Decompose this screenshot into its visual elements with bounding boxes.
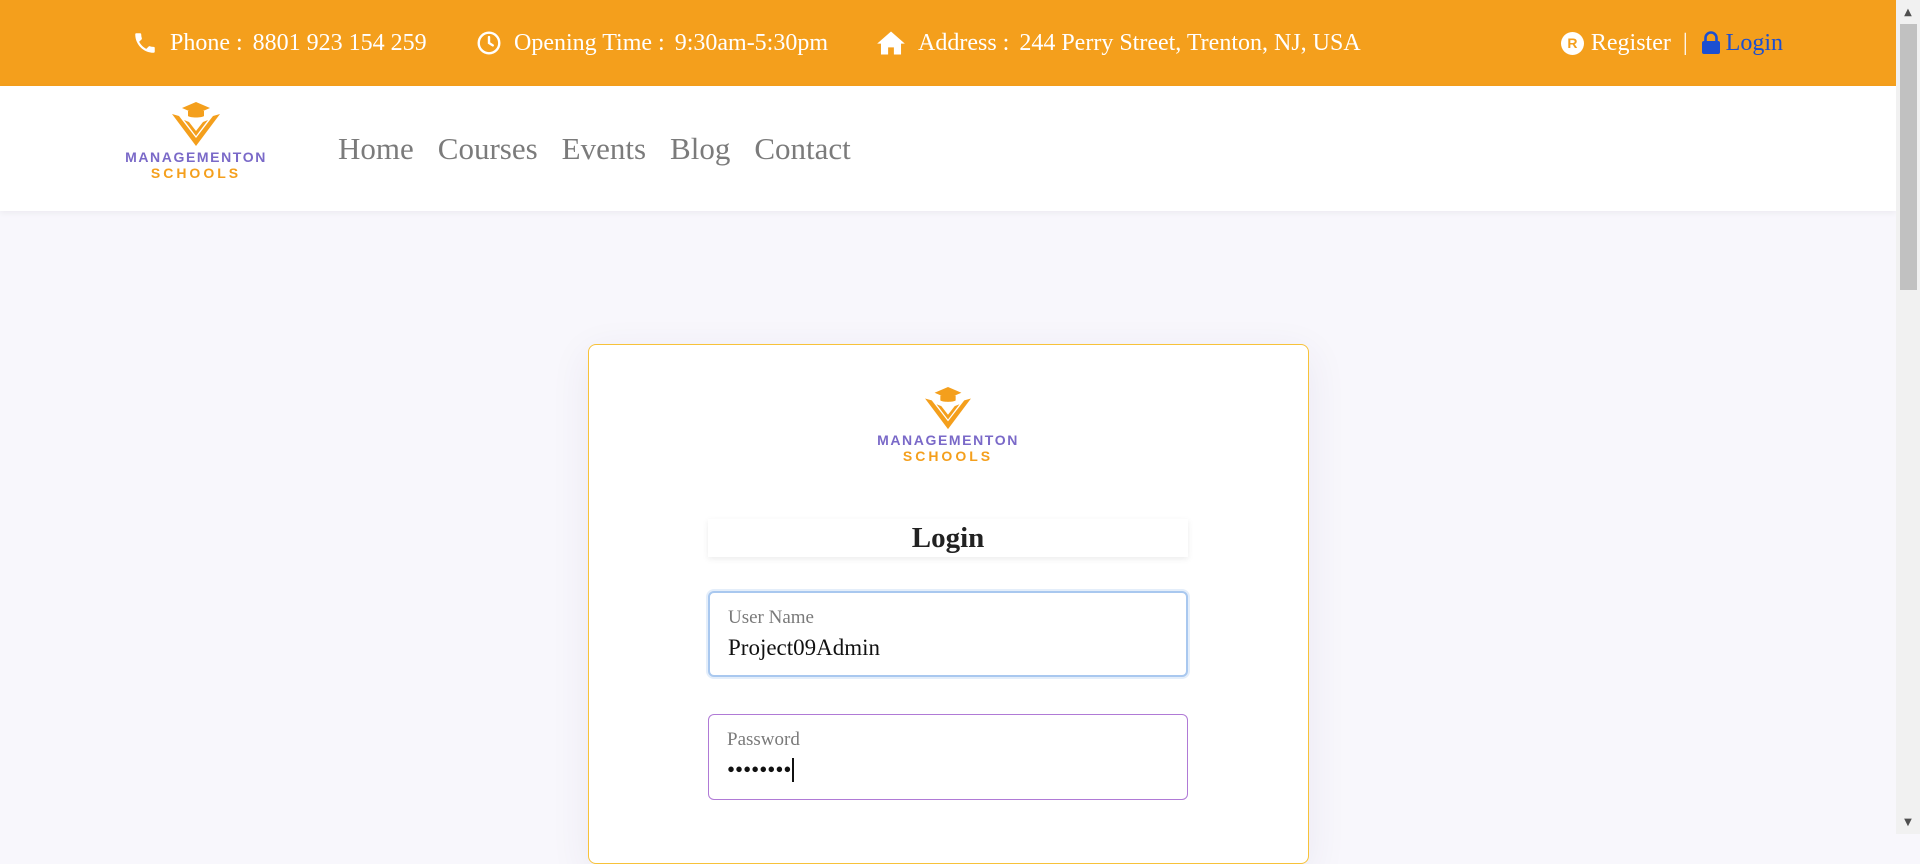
- logo-line2: SCHOOLS: [150, 165, 242, 181]
- auth-separator: |: [1682, 29, 1688, 56]
- login-title: Login: [708, 519, 1188, 557]
- address-label: Address :: [918, 29, 1010, 56]
- vertical-scrollbar[interactable]: ▲ ▼: [1896, 0, 1920, 834]
- top-info-bar: Phone : 8801 923 154 259 Opening Time : …: [0, 0, 1896, 86]
- password-masked-value: ••••••••: [727, 756, 792, 782]
- school-logo-icon: [925, 387, 971, 430]
- scroll-up-arrow-icon[interactable]: ▲: [1896, 2, 1920, 22]
- phone-label: Phone :: [170, 29, 243, 56]
- home-icon: [877, 31, 905, 55]
- phone-value: 8801 923 154 259: [252, 29, 427, 56]
- username-input[interactable]: Project09Admin: [728, 634, 1168, 662]
- logo-line1: MANAGEMENTON: [125, 149, 267, 165]
- login-link-label: Login: [1725, 29, 1783, 56]
- password-label: Password: [727, 729, 800, 750]
- login-link[interactable]: Login: [1700, 30, 1783, 57]
- register-link[interactable]: Register: [1591, 30, 1671, 57]
- scrollbar-thumb[interactable]: [1900, 24, 1917, 290]
- text-caret: [792, 757, 795, 782]
- opening-time-label: Opening Time :: [514, 29, 665, 56]
- nav-item-courses[interactable]: Courses: [438, 131, 538, 167]
- username-label: User Name: [728, 607, 814, 628]
- nav-item-events[interactable]: Events: [562, 131, 646, 167]
- address-value: 244 Perry Street, Trenton, NJ, USA: [1019, 29, 1361, 56]
- card-logo-line2: SCHOOLS: [902, 448, 994, 464]
- opening-time-info: Opening Time : 9:30am-5:30pm: [476, 0, 828, 86]
- nav-item-contact[interactable]: Contact: [754, 131, 850, 167]
- password-field[interactable]: Password ••••••••: [708, 714, 1188, 800]
- site-logo[interactable]: MANAGEMENTON SCHOOLS: [118, 102, 274, 180]
- card-logo-line1: MANAGEMENTON: [877, 432, 1019, 448]
- nav-item-blog[interactable]: Blog: [670, 131, 730, 167]
- main-navbar: MANAGEMENTON SCHOOLS Home Courses Events…: [0, 86, 1896, 211]
- scroll-down-arrow-icon[interactable]: ▼: [1896, 812, 1920, 832]
- lock-icon: [1701, 31, 1720, 54]
- address-info: Address : 244 Perry Street, Trenton, NJ,…: [876, 0, 1361, 86]
- username-field[interactable]: User Name Project09Admin: [708, 591, 1188, 677]
- registered-icon: R: [1560, 31, 1584, 55]
- opening-time-value: 9:30am-5:30pm: [674, 29, 829, 56]
- auth-links: R Register | Login: [1560, 0, 1783, 86]
- nav-item-home[interactable]: Home: [338, 131, 414, 167]
- nav-menu: Home Courses Events Blog Contact: [338, 86, 851, 211]
- clock-icon: [477, 31, 501, 55]
- phone-icon: [135, 33, 155, 53]
- school-logo-icon: [172, 102, 220, 146]
- login-card: MANAGEMENTON SCHOOLS Login User Name Pro…: [588, 344, 1309, 864]
- card-logo: MANAGEMENTON SCHOOLS: [873, 387, 1023, 463]
- phone-info: Phone : 8801 923 154 259: [132, 0, 427, 86]
- password-input[interactable]: ••••••••: [727, 756, 1169, 784]
